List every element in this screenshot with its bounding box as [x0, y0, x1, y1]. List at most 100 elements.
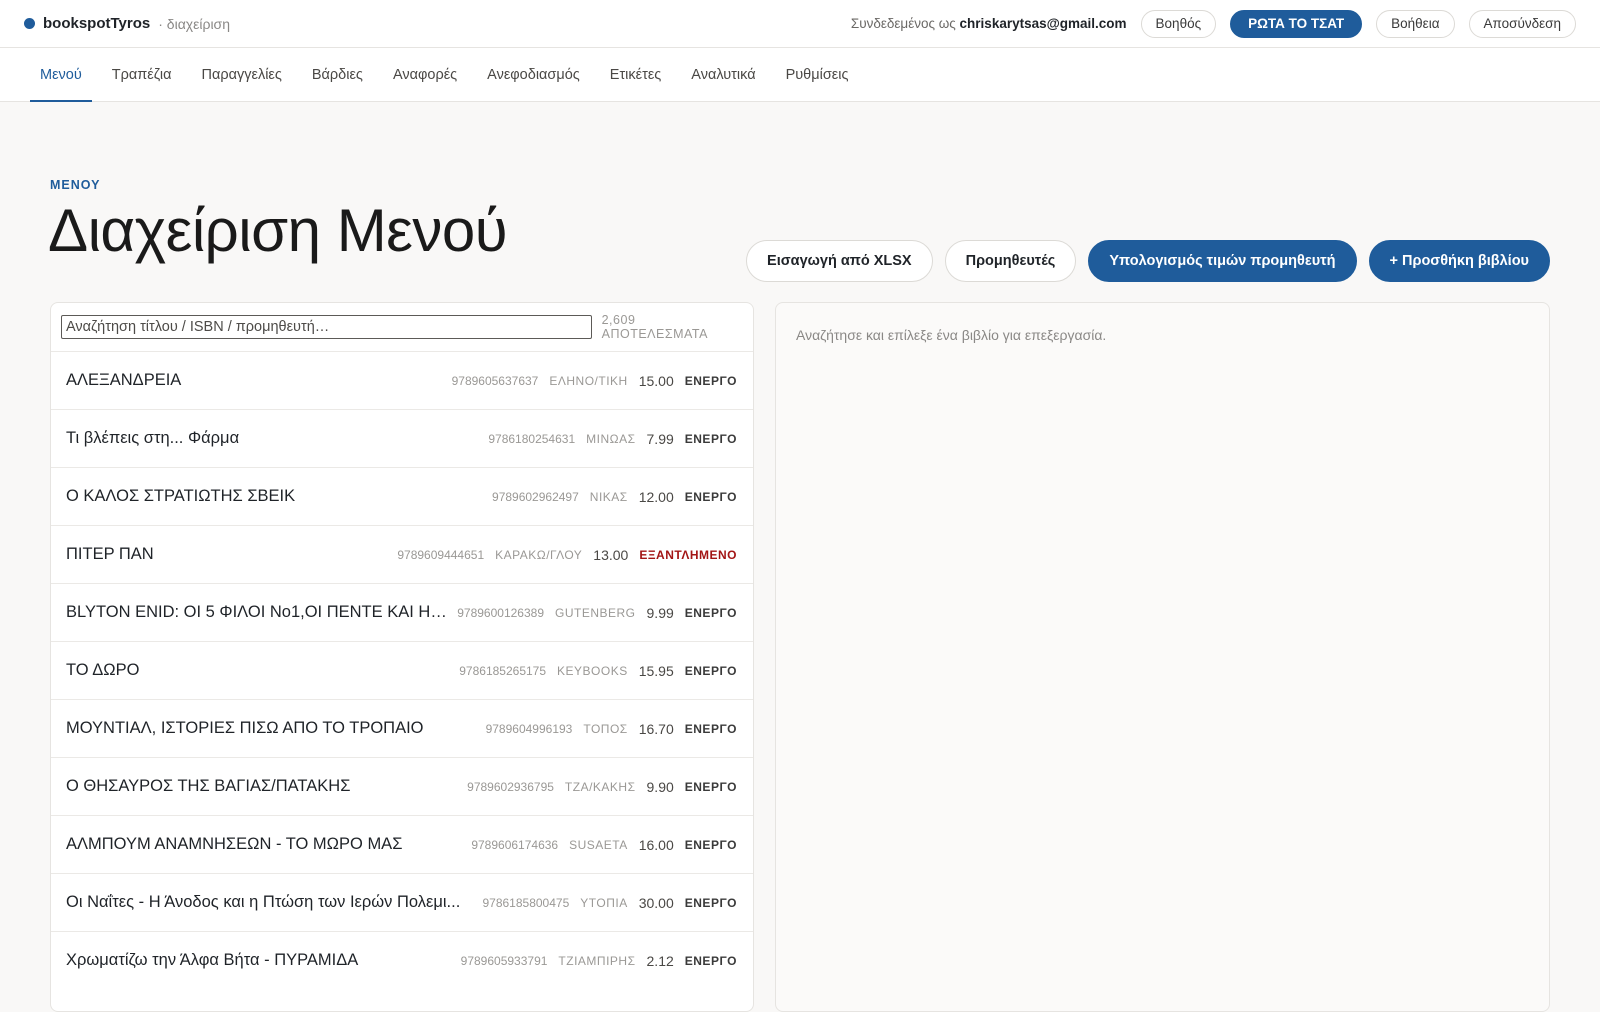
- tab-menu[interactable]: Μενού: [25, 48, 97, 102]
- book-meta: 9789604996193 ΤΟΠΟΣ 16.70 ΕΝΕΡΓΟ: [486, 721, 737, 737]
- brand-dot-icon: [24, 18, 35, 29]
- status-badge: ΕΝΕΡΓΟ: [684, 895, 737, 910]
- result-count: 2,609 ΑΠΟΤΕΛΕΣΜΑΤΑ: [601, 313, 708, 341]
- ask-chat-button[interactable]: ΡΩΤΑ ΤΟ ΤΣΑΤ: [1230, 9, 1363, 38]
- book-isbn: 9789606174636: [471, 837, 559, 852]
- book-meta: 9789605933791 ΤΖΙΑΜΠΙΡΗΣ 2.12 ΕΝΕΡΓΟ: [461, 953, 737, 969]
- book-price: 2.12: [646, 952, 674, 969]
- add-book-button[interactable]: + Προσθήκη βιβλίου: [1368, 240, 1550, 282]
- search-row: 2,609 ΑΠΟΤΕΛΕΣΜΑΤΑ: [51, 303, 753, 351]
- status-badge: ΕΝΕΡΓΟ: [684, 663, 737, 678]
- list-item[interactable]: ΠΙΤΕΡ ΠΑΝ 9789609444651 ΚΑΡΑΚΩ/ΓΛΟΥ 13.00 ΕΞ…: [51, 525, 753, 583]
- book-isbn: 9789602936795: [467, 779, 554, 794]
- book-supplier: ΜΙΝΩΑΣ: [586, 431, 636, 446]
- search-input[interactable]: [61, 315, 592, 339]
- book-price: 15.95: [638, 662, 674, 679]
- book-meta: 9789606174636 SUSAETA 16.00 ΕΝΕΡΓΟ: [471, 837, 737, 853]
- book-title: BLYTON ENID: ΟΙ 5 ΦΙΛΟΙ Νο1,ΟΙ ΠΕΝΤΕ ΚΑΙ…: [66, 603, 458, 621]
- list-item[interactable]: Τι βλέπεις στη... Φάρμα 9786180254631 ΜΙΝΩ…: [51, 409, 753, 467]
- tab-restock[interactable]: Ανεφοδιασμός: [472, 48, 595, 101]
- status-badge: ΕΝΕΡΓΟ: [684, 779, 737, 794]
- status-badge: ΕΞΑΝΤΛΗΜΕΝΟ: [639, 547, 737, 562]
- book-price: 9.90: [646, 778, 674, 795]
- user-email: chriskarytsas@gmail.com: [959, 16, 1127, 31]
- book-title: ΑΛΕΞΑΝΔΡΕΙΑ: [66, 371, 182, 389]
- page-actions: Εισαγωγή από XLSX Προμηθευτές Υπολογισμό…: [746, 240, 1550, 282]
- import-xlsx-button[interactable]: Εισαγωγή από XLSX: [746, 240, 933, 282]
- brand-subtitle: · διαχείριση: [158, 15, 230, 32]
- tab-settings[interactable]: Ρυθμίσεις: [771, 48, 864, 101]
- book-editor-panel: Αναζήτησε και επίλεξε ένα βιβλίο για επε…: [775, 302, 1550, 1012]
- book-meta: 9786180254631 ΜΙΝΩΑΣ 7.99 ΕΝΕΡΓΟ: [488, 431, 737, 447]
- book-price: 15.00: [638, 372, 674, 389]
- book-isbn: 9789604996193: [485, 721, 573, 736]
- tab-analytics[interactable]: Αναλυτικά: [676, 48, 770, 101]
- status-badge: ΕΝΕΡΓΟ: [684, 837, 737, 852]
- book-title: ΠΙΤΕΡ ΠΑΝ: [66, 545, 154, 563]
- book-meta: 9789602962497 ΝΙΚΑΣ 12.00 ΕΝΕΡΓΟ: [492, 489, 737, 505]
- book-meta: 9786185265175 KEYBOOKS 15.95 ΕΝΕΡΓΟ: [459, 663, 737, 679]
- tab-reports[interactable]: Αναφορές: [378, 48, 472, 101]
- tab-tables[interactable]: Τραπέζια: [97, 48, 187, 101]
- book-isbn: 9789605637637: [451, 373, 539, 388]
- book-isbn: 9789605933791: [460, 953, 548, 968]
- list-item[interactable]: ΤΟ ΔΩΡΟ 9786185265175 KEYBOOKS 15.95 ΕΝΕΡΓΟ: [51, 641, 753, 699]
- book-title: ΜΟΥΝΤΙΑΛ, ΙΣΤΟΡΙΕΣ ΠΙΣΩ ΑΠΟ ΤΟ ΤΡΟΠΑΙΟ: [66, 719, 424, 737]
- book-price: 9.99: [646, 604, 674, 621]
- status-badge: ΕΝΕΡΓΟ: [684, 953, 737, 968]
- book-supplier: ΤΖΑ/ΚΑΚΗΣ: [564, 779, 636, 794]
- logged-in-as: Συνδεδεμένος ως chriskarytsas@gmail.com: [851, 16, 1127, 31]
- tab-labels[interactable]: Ετικέτες: [595, 48, 677, 101]
- brand[interactable]: bookspotTyros · διαχείριση: [24, 15, 230, 32]
- page-eyebrow: ΜΕΝΟΥ: [50, 178, 101, 192]
- book-list: ΑΛΕΞΑΝΔΡΕΙΑ 9789605637637 ΕΛΗΝΟ/ΤΙΚΗ 15.00 Ε…: [51, 351, 753, 989]
- help-button[interactable]: Βοήθεια: [1376, 9, 1455, 38]
- book-price: 7.99: [646, 430, 674, 447]
- logged-prefix: Συνδεδεμένος ως: [850, 16, 956, 31]
- status-badge: ΕΝΕΡΓΟ: [684, 721, 737, 736]
- book-isbn: 9786185800475: [482, 895, 570, 910]
- assistant-button[interactable]: Βοηθός: [1140, 9, 1217, 38]
- calc-supplier-prices-button[interactable]: Υπολογισμός τιμών προμηθευτή: [1088, 240, 1357, 282]
- logout-button[interactable]: Αποσύνδεση: [1468, 9, 1576, 38]
- book-meta: 9789609444651 ΚΑΡΑΚΩ/ΓΛΟΥ 13.00 ΕΞΑΝΤΛΗΜΕΝΟ: [397, 547, 737, 563]
- book-title: ΤΟ ΔΩΡΟ: [66, 661, 140, 679]
- book-supplier: SUSAETA: [569, 837, 628, 852]
- page-title: Διαχείριση Μενού: [48, 197, 508, 264]
- book-meta: 9789605637637 ΕΛΗΝΟ/ΤΙΚΗ 15.00 ΕΝΕΡΓΟ: [452, 373, 737, 389]
- book-supplier: ΤΖΙΑΜΠΙΡΗΣ: [558, 953, 636, 968]
- book-meta: 9789600126389 GUTENBERG 9.99 ΕΝΕΡΓΟ: [457, 605, 737, 621]
- book-isbn: 9786180254631: [488, 431, 576, 446]
- book-title: Τι βλέπεις στη... Φάρμα: [66, 429, 240, 447]
- list-item[interactable]: ΑΛΜΠΟΥΜ ΑΝΑΜΝΗΣΕΩΝ - ΤΟ ΜΩΡΟ ΜΑΣ 97896061…: [51, 815, 753, 873]
- book-list-panel: 2,609 ΑΠΟΤΕΛΕΣΜΑΤΑ ΑΛΕΞΑΝΔΡΕΙΑ 9789605637…: [50, 302, 754, 1012]
- tab-shifts[interactable]: Βάρδιες: [297, 48, 378, 101]
- list-item[interactable]: BLYTON ENID: ΟΙ 5 ΦΙΛΟΙ Νο1,ΟΙ ΠΕΝΤΕ ΚΑΙ…: [51, 583, 753, 641]
- book-isbn: 9789602962497: [492, 489, 579, 504]
- book-supplier: GUTENBERG: [555, 605, 636, 620]
- book-supplier: ΚΑΡΑΚΩ/ΓΛΟΥ: [495, 547, 583, 562]
- book-title: Ο ΘΗΣΑΥΡΟΣ ΤΗΣ ΒΑΓΙΑΣ/ΠΑΤΑΚΗΣ: [66, 777, 351, 795]
- status-badge: ΕΝΕΡΓΟ: [684, 489, 737, 504]
- book-isbn: 9786185265175: [459, 663, 547, 678]
- book-price: 13.00: [593, 546, 629, 563]
- book-title: Οι Ναΐτες - Η Άνοδος και η Πτώση των Ιερ…: [66, 893, 461, 911]
- list-item[interactable]: ΑΛΕΞΑΝΔΡΕΙΑ 9789605637637 ΕΛΗΝΟ/ΤΙΚΗ 15.00 Ε…: [51, 351, 753, 409]
- tab-orders[interactable]: Παραγγελίες: [187, 48, 297, 101]
- book-price: 12.00: [638, 488, 674, 505]
- status-badge: ΕΝΕΡΓΟ: [684, 605, 737, 620]
- editor-hint: Αναζήτησε και επίλεξε ένα βιβλίο για επε…: [796, 327, 1107, 343]
- book-supplier: ΕΛΗΝΟ/ΤΙΚΗ: [549, 373, 628, 388]
- list-item[interactable]: Ο ΘΗΣΑΥΡΟΣ ΤΗΣ ΒΑΓΙΑΣ/ΠΑΤΑΚΗΣ 97896029367…: [51, 757, 753, 815]
- list-item[interactable]: Χρωματίζω την Άλφα Βήτα - ΠΥΡΑΜΙΔΑ 978960…: [51, 931, 753, 989]
- list-item[interactable]: Οι Ναΐτες - Η Άνοδος και η Πτώση των Ιερ…: [51, 873, 753, 931]
- book-supplier: ΥΤΟΠΙΑ: [580, 895, 628, 910]
- list-item[interactable]: ΜΟΥΝΤΙΑΛ, ΙΣΤΟΡΙΕΣ ΠΙΣΩ ΑΠΟ ΤΟ ΤΡΟΠΑΙΟ 97…: [51, 699, 753, 757]
- book-title: ΑΛΜΠΟΥΜ ΑΝΑΜΝΗΣΕΩΝ - ΤΟ ΜΩΡΟ ΜΑΣ: [66, 835, 403, 853]
- header-actions: Συνδεδεμένος ως chriskarytsas@gmail.com …: [851, 9, 1576, 38]
- book-price: 16.00: [638, 836, 674, 853]
- main-nav: Μενού Τραπέζια Παραγγελίες Βάρδιες Αναφο…: [0, 48, 1600, 102]
- suppliers-button[interactable]: Προμηθευτές: [944, 240, 1077, 282]
- book-isbn: 9789609444651: [397, 547, 485, 562]
- list-item[interactable]: Ο ΚΑΛΟΣ ΣΤΡΑΤΙΩΤΗΣ ΣΒΕΙΚ 9789602962497 ΝΙΚ…: [51, 467, 753, 525]
